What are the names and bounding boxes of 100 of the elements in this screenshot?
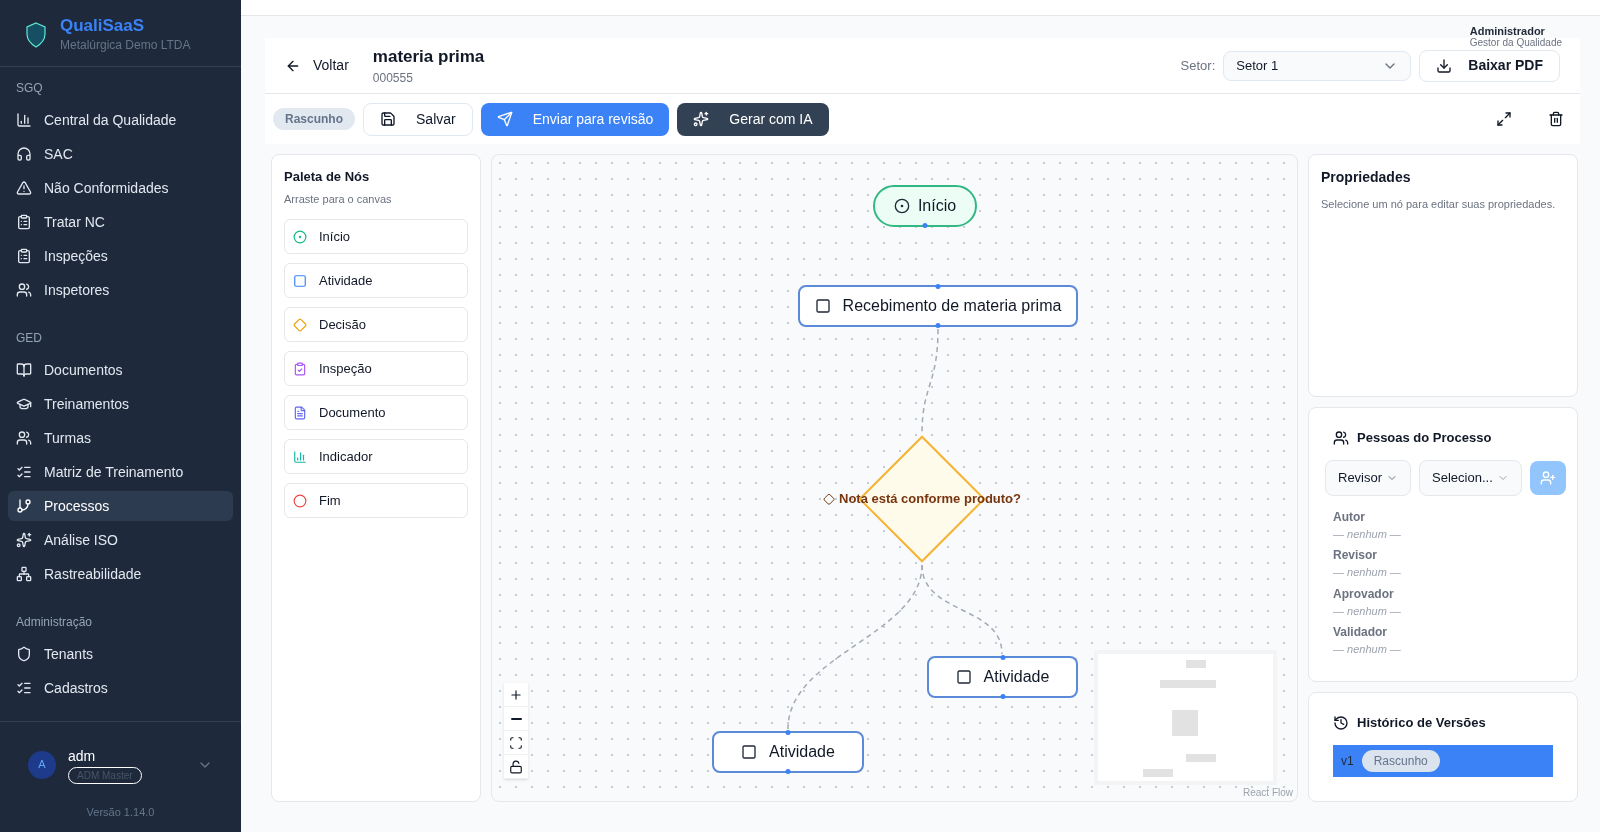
branch-icon (16, 498, 32, 514)
logo-icon (24, 21, 48, 49)
history-icon (1333, 714, 1349, 731)
palette-item[interactable]: Início (284, 219, 468, 254)
section-title: Administração (15, 614, 94, 631)
square-icon (955, 669, 972, 685)
save-button[interactable]: Salvar (363, 102, 473, 136)
download-icon (1436, 57, 1453, 74)
zoom-in-button[interactable] (504, 683, 528, 707)
sector-select[interactable]: Setor 1 (1223, 50, 1412, 81)
connection-handle[interactable] (1000, 694, 1005, 699)
sidebar-item[interactable]: Não Conformidades (8, 173, 233, 203)
connection-handle[interactable] (935, 323, 941, 328)
graduation-cap-icon (16, 396, 32, 412)
sidebar-item[interactable]: Cadastros (8, 673, 233, 703)
role-value: — nenhum — (1333, 526, 1402, 542)
connection-handle[interactable] (922, 223, 928, 228)
role-label: Validador (1333, 624, 1389, 641)
shield-icon (16, 646, 32, 662)
warning-icon (16, 180, 32, 196)
sidebar-item[interactable]: Processos (8, 491, 233, 521)
role-value: — nenhum — (1333, 642, 1402, 657)
panel-hint: Selecione um nó para editar suas propriedades. (1321, 197, 1557, 212)
circle-dot-icon (293, 229, 307, 244)
connection-handle[interactable] (785, 730, 791, 735)
diamond-icon (823, 493, 835, 505)
ai-generate-button[interactable]: Gerar com IA (677, 102, 829, 136)
book-icon (16, 362, 32, 378)
sidebar-item[interactable]: Treinamentos (8, 389, 233, 419)
version-row[interactable]: v1 Rascunho (1333, 744, 1553, 777)
connection-handle[interactable] (785, 769, 791, 774)
expand-icon[interactable] (1496, 111, 1512, 127)
back-button[interactable]: Voltar (285, 55, 349, 76)
chart-icon (293, 449, 307, 464)
brand-name: QualiSaaS (60, 16, 146, 36)
send-review-button[interactable]: Enviar para revisão (480, 102, 670, 136)
activity-node[interactable]: Atividade (712, 731, 864, 773)
zoom-out-button[interactable] (504, 707, 528, 731)
activity-node[interactable]: Recebimento de materia prima (798, 285, 1078, 327)
connection-handle[interactable] (935, 284, 941, 289)
document-icon (293, 405, 307, 420)
role-label: Aprovador (1333, 585, 1395, 603)
process-code: 000555 (372, 70, 414, 88)
lock-button[interactable] (504, 755, 528, 779)
send-icon (496, 111, 513, 127)
user-name: adm (68, 746, 96, 766)
square-icon (814, 298, 831, 314)
status-badge: Rascunho (273, 108, 355, 130)
square-icon (741, 744, 758, 760)
circle-dot-icon (893, 198, 910, 214)
save-icon (380, 111, 396, 127)
sidebar-item[interactable]: SAC (8, 139, 233, 169)
start-node[interactable]: Início (873, 185, 977, 227)
sidebar-item[interactable]: Tenants (8, 639, 233, 669)
palette-item[interactable]: Indicador (284, 439, 468, 474)
square-icon (293, 273, 307, 288)
section-title: GED (15, 330, 43, 347)
user-plus-icon (1539, 469, 1556, 486)
sidebar-item[interactable]: Análise ISO (8, 525, 233, 555)
sparkles-icon (693, 111, 710, 127)
sidebar-item[interactable]: Tratar NC (8, 207, 233, 237)
panel-title: Propriedades (1321, 168, 1412, 187)
panel-title: Histórico de Versões (1357, 714, 1486, 732)
section-title: SGQ (15, 80, 44, 97)
palette-item[interactable]: Decisão (284, 307, 468, 342)
clipboard-icon (16, 248, 32, 264)
process-title: materia prima (372, 45, 485, 68)
network-icon (16, 566, 32, 582)
fit-view-button[interactable] (504, 731, 528, 755)
person-select[interactable]: Selecion... (1419, 459, 1522, 496)
role-select[interactable]: Revisor (1325, 459, 1412, 496)
trash-icon[interactable] (1548, 111, 1564, 127)
user-role: Gestor da Qualidade (1469, 37, 1562, 49)
diamond-icon (293, 317, 307, 332)
role-value: — nenhum — (1333, 603, 1402, 619)
checklist-icon (16, 464, 32, 480)
panel-title: Paleta de Nós (284, 168, 371, 186)
sidebar-item[interactable]: Turmas (8, 423, 233, 453)
sidebar-item[interactable]: Inspeções (8, 241, 233, 271)
sidebar-item[interactable]: Rastreabilidade (8, 559, 233, 589)
palette-item[interactable]: Fim (284, 483, 468, 518)
clipboard-icon (293, 361, 307, 376)
sidebar-item[interactable]: Central da Qualidade (8, 105, 233, 135)
sidebar-item[interactable]: Inspetores (8, 275, 233, 305)
sidebar-item[interactable]: Documentos (8, 355, 233, 385)
avatar: A (28, 750, 56, 779)
role-label: Revisor (1333, 547, 1379, 564)
users-icon (16, 282, 32, 298)
checklist-icon (16, 680, 32, 696)
role-label: Autor (1333, 508, 1366, 526)
sidebar-item[interactable]: Matriz de Treinamento (8, 457, 233, 487)
palette-item[interactable]: Atividade (284, 263, 468, 298)
users-icon (1333, 429, 1349, 446)
users-icon (16, 430, 32, 446)
headphones-icon (16, 146, 32, 162)
palette-item[interactable]: Inspeção (284, 351, 468, 386)
download-pdf-button[interactable]: Baixar PDF (1419, 49, 1560, 82)
connection-handle[interactable] (1000, 655, 1005, 660)
activity-node[interactable]: Atividade (927, 656, 1078, 698)
palette-item[interactable]: Documento (284, 395, 468, 430)
